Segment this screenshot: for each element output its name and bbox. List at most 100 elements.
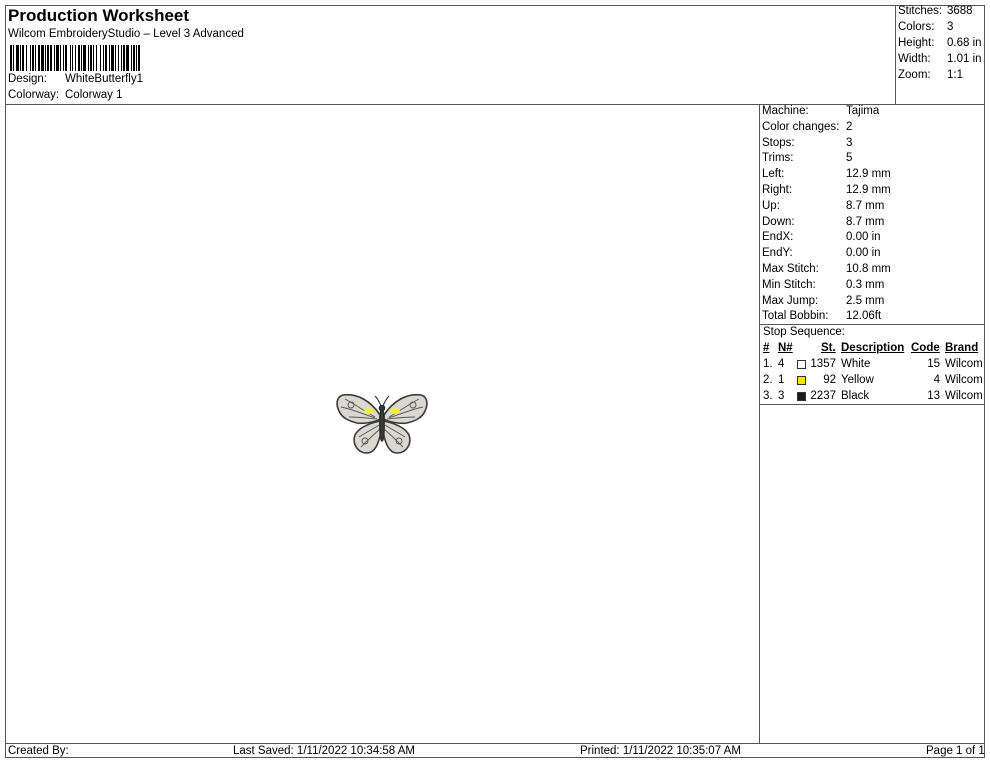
info-divider bbox=[760, 324, 985, 325]
seq-row-stitches: 92 bbox=[823, 374, 836, 386]
design-field: Design: WhiteButterfly1 bbox=[8, 73, 143, 85]
seq-row-code: 15 bbox=[927, 358, 940, 370]
seq-row-num: 3. bbox=[763, 390, 773, 402]
thread-color-swatch bbox=[797, 376, 806, 385]
machine-info-value: 5 bbox=[846, 152, 853, 165]
seq-header-needle: N# bbox=[778, 342, 793, 354]
seq-row-code: 13 bbox=[927, 390, 940, 402]
seq-header-description: Description bbox=[841, 342, 905, 354]
thread-color-swatch bbox=[797, 392, 806, 401]
software-subtitle: Wilcom EmbroideryStudio – Level 3 Advanc… bbox=[8, 28, 244, 40]
width-label: Width: bbox=[898, 53, 931, 65]
machine-info-row: Right: 12.9 mm bbox=[762, 184, 891, 196]
machine-info-label: Min Stitch: bbox=[762, 278, 816, 291]
seq-row-stitches: 1357 bbox=[810, 358, 836, 370]
seq-row-brand: Wilcom bbox=[945, 374, 983, 386]
seq-row-needle: 3 bbox=[778, 390, 785, 402]
machine-info-label: Up: bbox=[762, 199, 780, 212]
colors-label: Colors: bbox=[898, 21, 935, 33]
colorway-value: Colorway 1 bbox=[65, 89, 123, 101]
machine-info-row: Total Bobbin: 12.06ft bbox=[762, 310, 881, 322]
sidebar-divider bbox=[759, 104, 760, 744]
machine-info-label: EndX: bbox=[762, 231, 794, 244]
seq-row-num: 2. bbox=[763, 374, 773, 386]
zoom-label: Zoom: bbox=[898, 69, 931, 81]
sequence-divider bbox=[760, 404, 985, 405]
design-preview bbox=[5, 104, 759, 744]
machine-info-row: Color changes: 2 bbox=[762, 121, 852, 133]
height-row: Height: 0.68 in bbox=[898, 37, 982, 49]
design-value: WhiteButterfly1 bbox=[65, 73, 143, 85]
machine-info-value: 12.06ft bbox=[846, 310, 882, 323]
stitches-value: 3688 bbox=[947, 5, 973, 17]
seq-row-description: Black bbox=[841, 390, 870, 402]
summary-panel: Stitches: 3688 Colors: 3 Height: 0.68 in Wi… bbox=[895, 5, 985, 104]
machine-info-value: 2.5 mm bbox=[846, 294, 885, 307]
created-by: Created By: bbox=[8, 745, 69, 757]
page-title: Production Worksheet bbox=[8, 6, 190, 25]
machine-info-value: 10.8 mm bbox=[846, 263, 891, 275]
design-label: Design: bbox=[8, 73, 47, 85]
thread-color-swatch bbox=[797, 360, 806, 369]
machine-info-row: Up: 8.7 mm bbox=[762, 200, 884, 212]
seq-row-num: 1. bbox=[763, 358, 773, 370]
machine-info-value: 8.7 mm bbox=[846, 215, 885, 228]
barcode-icon bbox=[10, 45, 228, 71]
height-value: 0.68 in bbox=[947, 37, 982, 49]
machine-info-label: Right: bbox=[762, 184, 793, 196]
seq-row-code: 4 bbox=[933, 374, 940, 386]
machine-info-value: 3 bbox=[846, 136, 853, 149]
seq-row-brand: Wilcom bbox=[945, 390, 983, 402]
seq-header-stitches: St. bbox=[821, 342, 836, 354]
machine-info-value: 12.9 mm bbox=[846, 184, 891, 196]
machine-info-label: Color changes: bbox=[762, 120, 840, 133]
machine-info-row: Stops: 3 bbox=[762, 137, 852, 149]
machine-info-value: 0.00 in bbox=[846, 247, 881, 260]
seq-row-description: White bbox=[841, 358, 871, 370]
machine-info-value: 8.7 mm bbox=[846, 199, 885, 212]
machine-info-value: 12.9 mm bbox=[846, 168, 891, 181]
machine-info-value: 0.3 mm bbox=[846, 278, 885, 291]
machine-info-row: Down: 8.7 mm bbox=[762, 216, 884, 228]
machine-info-label: Down: bbox=[762, 215, 795, 228]
stop-sequence-title: Stop Sequence: bbox=[763, 326, 845, 338]
machine-info-label: Max Stitch: bbox=[762, 263, 819, 275]
machine-info-value: 2 bbox=[846, 120, 853, 133]
machine-info-value: 0.00 in bbox=[846, 231, 881, 244]
colors-row: Colors: 3 bbox=[898, 21, 953, 33]
seq-row-description: Yellow bbox=[841, 374, 874, 386]
worksheet-header: Production Worksheet Wilcom EmbroiderySt… bbox=[5, 5, 895, 104]
seq-header-num: # bbox=[763, 342, 770, 354]
footer: Created By: Last Saved: 1/11/2022 10:34:… bbox=[5, 744, 985, 758]
machine-info-row: EndX: 0.00 in bbox=[762, 231, 881, 243]
machine-info-label: Stops: bbox=[762, 136, 795, 149]
machine-info-label: Trims: bbox=[762, 152, 794, 165]
machine-info-row: Left: 12.9 mm bbox=[762, 168, 891, 180]
machine-info-row: Min Stitch: 0.3 mm bbox=[762, 279, 884, 291]
butterfly-embroidery-icon bbox=[336, 393, 428, 454]
machine-info-row: Machine: Tajima bbox=[762, 105, 879, 117]
seq-row-needle: 4 bbox=[778, 358, 785, 370]
zoom-row: Zoom: 1:1 bbox=[898, 69, 963, 81]
last-saved: Last Saved: 1/11/2022 10:34:58 AM bbox=[233, 745, 416, 757]
printed-date: Printed: 1/11/2022 10:35:07 AM bbox=[580, 745, 741, 757]
seq-header-code: Code bbox=[911, 342, 940, 354]
machine-info-row: EndY: 0.00 in bbox=[762, 247, 881, 259]
seq-header-brand: Brand bbox=[945, 342, 979, 354]
machine-info-value: Tajima bbox=[846, 105, 880, 117]
machine-info-row: Trims: 5 bbox=[762, 152, 852, 164]
machine-info-row: Max Stitch: 10.8 mm bbox=[762, 263, 891, 275]
seq-row-needle: 1 bbox=[778, 374, 785, 386]
machine-info-label: Left: bbox=[762, 168, 785, 181]
stitches-label: Stitches: bbox=[898, 5, 943, 17]
zoom-value: 1:1 bbox=[947, 69, 963, 81]
page-number: Page 1 of 1 bbox=[926, 745, 985, 757]
colors-value: 3 bbox=[947, 21, 954, 33]
machine-info-row: Max Jump: 2.5 mm bbox=[762, 295, 884, 307]
machine-info-label: Total Bobbin: bbox=[762, 310, 829, 323]
width-value: 1.01 in bbox=[947, 53, 982, 65]
colorway-field: Colorway: Colorway 1 bbox=[8, 89, 123, 101]
colorway-label: Colorway: bbox=[8, 89, 60, 101]
seq-row-stitches: 2237 bbox=[810, 390, 836, 402]
machine-info-label: Machine: bbox=[762, 105, 809, 117]
